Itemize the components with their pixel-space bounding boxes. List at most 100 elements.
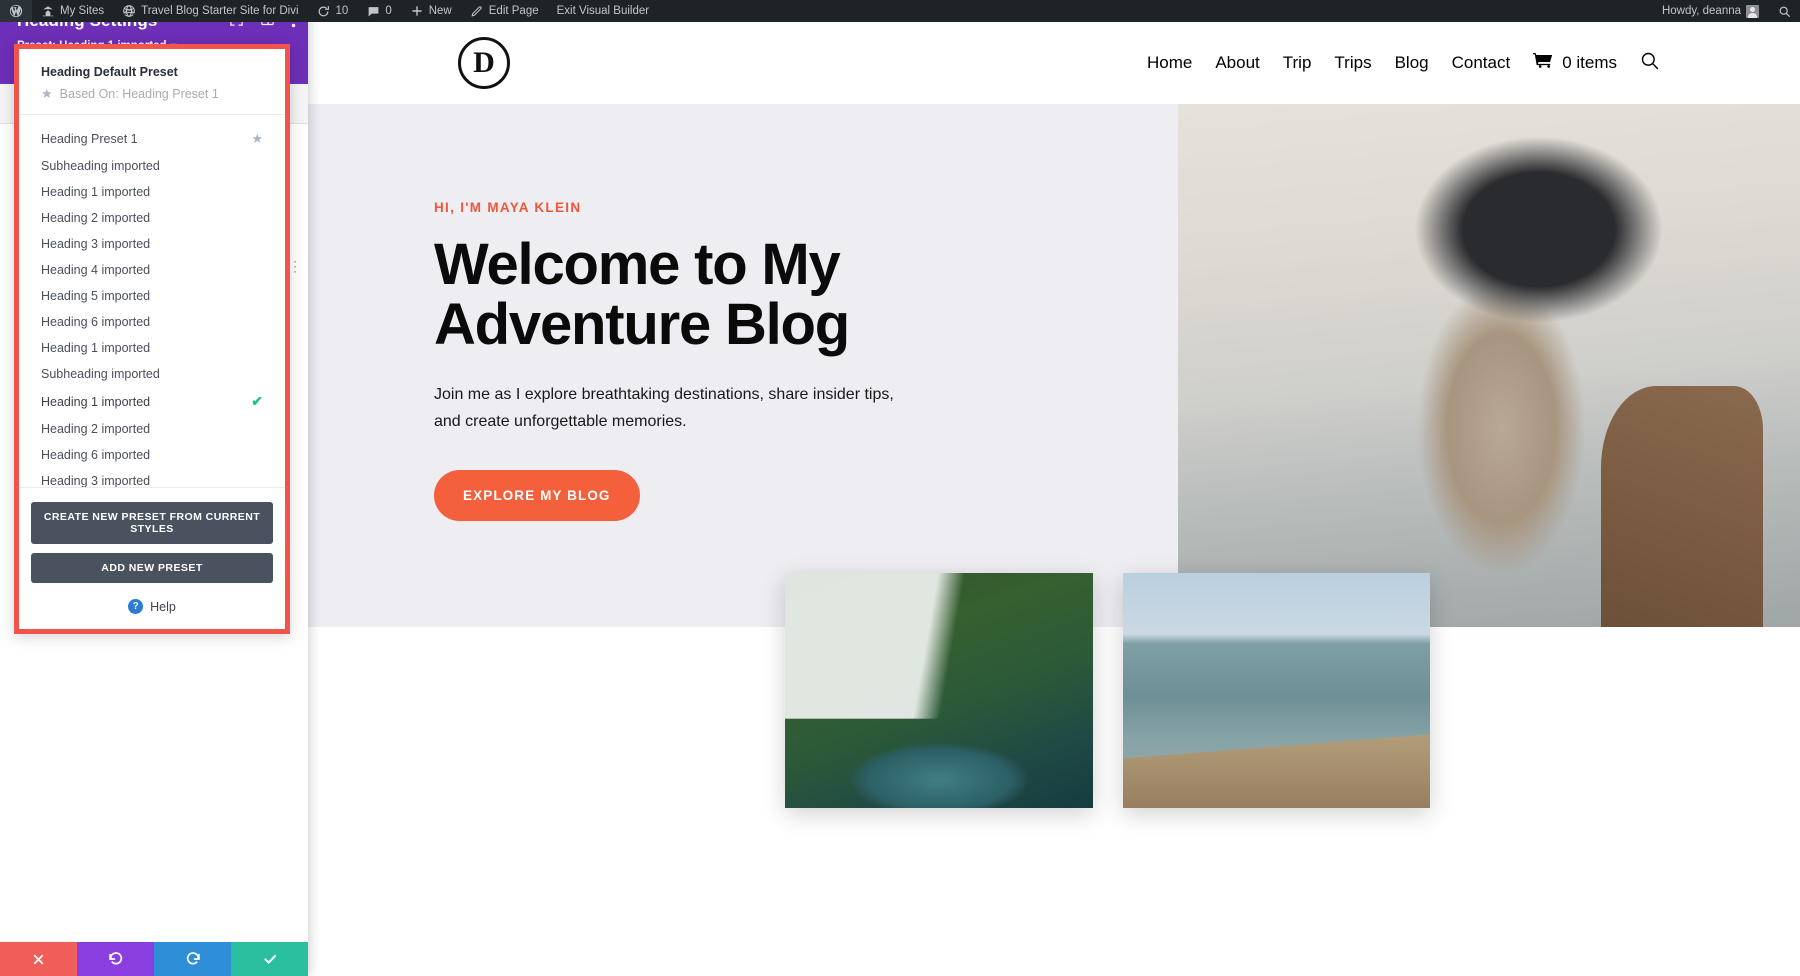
admin-bar-updates-count: 10	[335, 5, 349, 17]
nav-item-about[interactable]: About	[1215, 53, 1259, 73]
preset-list-item-label: Heading 6 imported	[41, 315, 151, 329]
gallery-image-lake[interactable]	[1123, 573, 1430, 808]
preset-list-item[interactable]: Subheading imported	[19, 153, 285, 179]
comment-icon	[366, 4, 380, 18]
admin-bar-comments-count: 0	[385, 5, 392, 17]
admin-bar-wordpress-logo[interactable]	[0, 0, 32, 22]
preset-default-block[interactable]: Heading Default Preset ★ Based On: Headi…	[19, 49, 285, 115]
admin-bar-exit-vb-label: Exit Visual Builder	[556, 5, 650, 17]
preset-list-item-label: Subheading imported	[41, 367, 160, 381]
preset-list-item[interactable]: Subheading imported	[19, 361, 285, 387]
question-mark-icon: ?	[128, 599, 144, 614]
avatar	[1746, 4, 1759, 18]
preset-list-item-label: Heading Preset 1	[41, 132, 138, 146]
cart-count-label: 0 items	[1562, 53, 1617, 72]
undo-button[interactable]	[77, 942, 154, 976]
admin-bar-my-sites[interactable]: My Sites	[32, 0, 113, 22]
wordpress-icon	[9, 4, 23, 18]
preset-list-item-label: Heading 2 imported	[41, 422, 151, 436]
preset-list-item-label: Heading 3 imported	[41, 237, 151, 251]
hero-content: HI, I'M MAYA KLEIN Welcome to My Adventu…	[308, 104, 974, 627]
nav-item-trips[interactable]: Trips	[1334, 53, 1371, 73]
preset-list-item[interactable]: Heading 6 imported	[19, 309, 285, 335]
cart-icon	[1533, 52, 1553, 74]
nav-item-blog[interactable]: Blog	[1395, 53, 1429, 73]
admin-bar-new-content[interactable]: New	[401, 0, 461, 22]
preset-list-item-label: Heading 5 imported	[41, 289, 151, 303]
preset-list-item-label: Heading 1 imported	[41, 394, 151, 409]
preset-list-item[interactable]: Heading 3 imported	[19, 468, 285, 487]
admin-bar-edit-page[interactable]: Edit Page	[461, 0, 548, 22]
admin-bar-howdy-label: Howdy, deanna	[1661, 5, 1741, 17]
site-icon	[122, 4, 136, 18]
admin-bar-exit-visual-builder[interactable]: Exit Visual Builder	[548, 0, 658, 22]
admin-bar-account[interactable]: Howdy, deanna	[1653, 0, 1768, 22]
explore-my-blog-button[interactable]: EXPLORE MY BLOG	[434, 469, 640, 521]
site-preview-frame: D Home About Trip Trips Blog Contact 0 i…	[308, 22, 1800, 976]
admin-bar-site-name-label: Travel Blog Starter Site for Divi	[141, 5, 299, 17]
cart-link[interactable]: 0 items	[1533, 52, 1617, 74]
preset-list-item-label: Heading 1 imported	[41, 341, 151, 355]
preset-list-item[interactable]: Heading 1 imported	[19, 335, 285, 361]
preset-list-item[interactable]: Heading 1 imported	[19, 179, 285, 205]
create-new-preset-button[interactable]: CREATE NEW PRESET FROM CURRENT STYLES	[31, 502, 273, 544]
preset-list-item-label: Heading 3 imported	[41, 474, 151, 487]
redo-button[interactable]	[154, 942, 231, 976]
star-icon: ★	[41, 86, 53, 101]
add-new-preset-button[interactable]: ADD NEW PRESET	[31, 553, 273, 583]
preset-list-item[interactable]: Heading 4 imported	[19, 257, 285, 283]
preset-list-item-label: Heading 2 imported	[41, 211, 151, 225]
admin-bar-new-label: New	[428, 5, 452, 17]
preset-list-item-label: Heading 6 imported	[41, 448, 151, 462]
cancel-button[interactable]	[0, 942, 77, 976]
nav-item-trip[interactable]: Trip	[1283, 53, 1312, 73]
nav-item-home[interactable]: Home	[1147, 53, 1192, 73]
hero-eyebrow: HI, I'M MAYA KLEIN	[434, 200, 582, 215]
site-logo-letter: D	[473, 46, 495, 79]
preset-list-item[interactable]: Heading 3 imported	[19, 231, 285, 257]
help-link[interactable]: ? Help	[31, 592, 273, 617]
admin-bar-edit-page-label: Edit Page	[488, 5, 539, 17]
preset-list-item-label: Subheading imported	[41, 159, 160, 173]
admin-bar-my-sites-label: My Sites	[60, 5, 105, 17]
hero-image	[1178, 104, 1800, 627]
preset-list-item[interactable]: Heading 5 imported	[19, 283, 285, 309]
gallery-section: + ···	[308, 573, 1800, 976]
preset-dropdown-scroll: Heading Default Preset ★ Based On: Headi…	[19, 49, 285, 487]
site-header: D Home About Trip Trips Blog Contact 0 i…	[308, 22, 1800, 104]
preset-list-item[interactable]: Heading 2 imported	[19, 416, 285, 442]
preset-list-item[interactable]: Heading Preset 1 ★	[19, 125, 285, 153]
help-label: Help	[150, 599, 176, 614]
nav-item-contact[interactable]: Contact	[1452, 53, 1511, 73]
preset-default-name: Heading Default Preset	[41, 65, 178, 79]
site-nav: Home About Trip Trips Blog Contact 0 ite…	[1147, 51, 1660, 76]
buildings-icon	[41, 4, 55, 18]
updates-icon	[317, 4, 331, 18]
preset-list: Heading Preset 1 ★ Subheading imported Head…	[19, 115, 285, 487]
preset-list-item[interactable]: Heading 2 imported	[19, 205, 285, 231]
preset-default-based-on: ★ Based On: Heading Preset 1	[41, 86, 263, 102]
admin-bar-comments[interactable]: 0	[357, 0, 400, 22]
preset-actions: CREATE NEW PRESET FROM CURRENT STYLES AD…	[19, 487, 285, 629]
gallery-image-lake-art	[1123, 573, 1430, 808]
preset-list-item-label: Heading 4 imported	[41, 263, 151, 277]
hero-image-art	[1178, 104, 1800, 627]
preset-list-item[interactable]: Heading 1 imported ✔	[19, 387, 285, 416]
site-search-icon[interactable]	[1640, 51, 1660, 76]
hero-title: Welcome to My Adventure Blog	[434, 235, 854, 354]
admin-bar-search[interactable]	[1768, 0, 1800, 22]
preset-dropdown: Heading Default Preset ★ Based On: Headi…	[14, 44, 290, 634]
star-icon[interactable]: ★	[251, 131, 263, 147]
hero-title-line-1: Welcome to My	[434, 232, 841, 297]
site-logo[interactable]: D	[458, 37, 510, 89]
save-button[interactable]	[231, 942, 308, 976]
hero-title-line-2: Adventure Blog	[434, 291, 850, 357]
search-icon	[1777, 4, 1791, 18]
wp-admin-bar: My Sites Travel Blog Starter Site for Di…	[0, 0, 1800, 22]
hero-body-text: Join me as I explore breathtaking destin…	[434, 386, 894, 430]
admin-bar-updates[interactable]: 10	[308, 0, 358, 22]
admin-bar-site-name[interactable]: Travel Blog Starter Site for Divi	[113, 0, 307, 22]
panel-obscured-dots-icon: ⋮	[288, 258, 303, 274]
preset-list-item[interactable]: Heading 6 imported	[19, 442, 285, 468]
hero-section: HI, I'M MAYA KLEIN Welcome to My Adventu…	[308, 104, 1800, 627]
